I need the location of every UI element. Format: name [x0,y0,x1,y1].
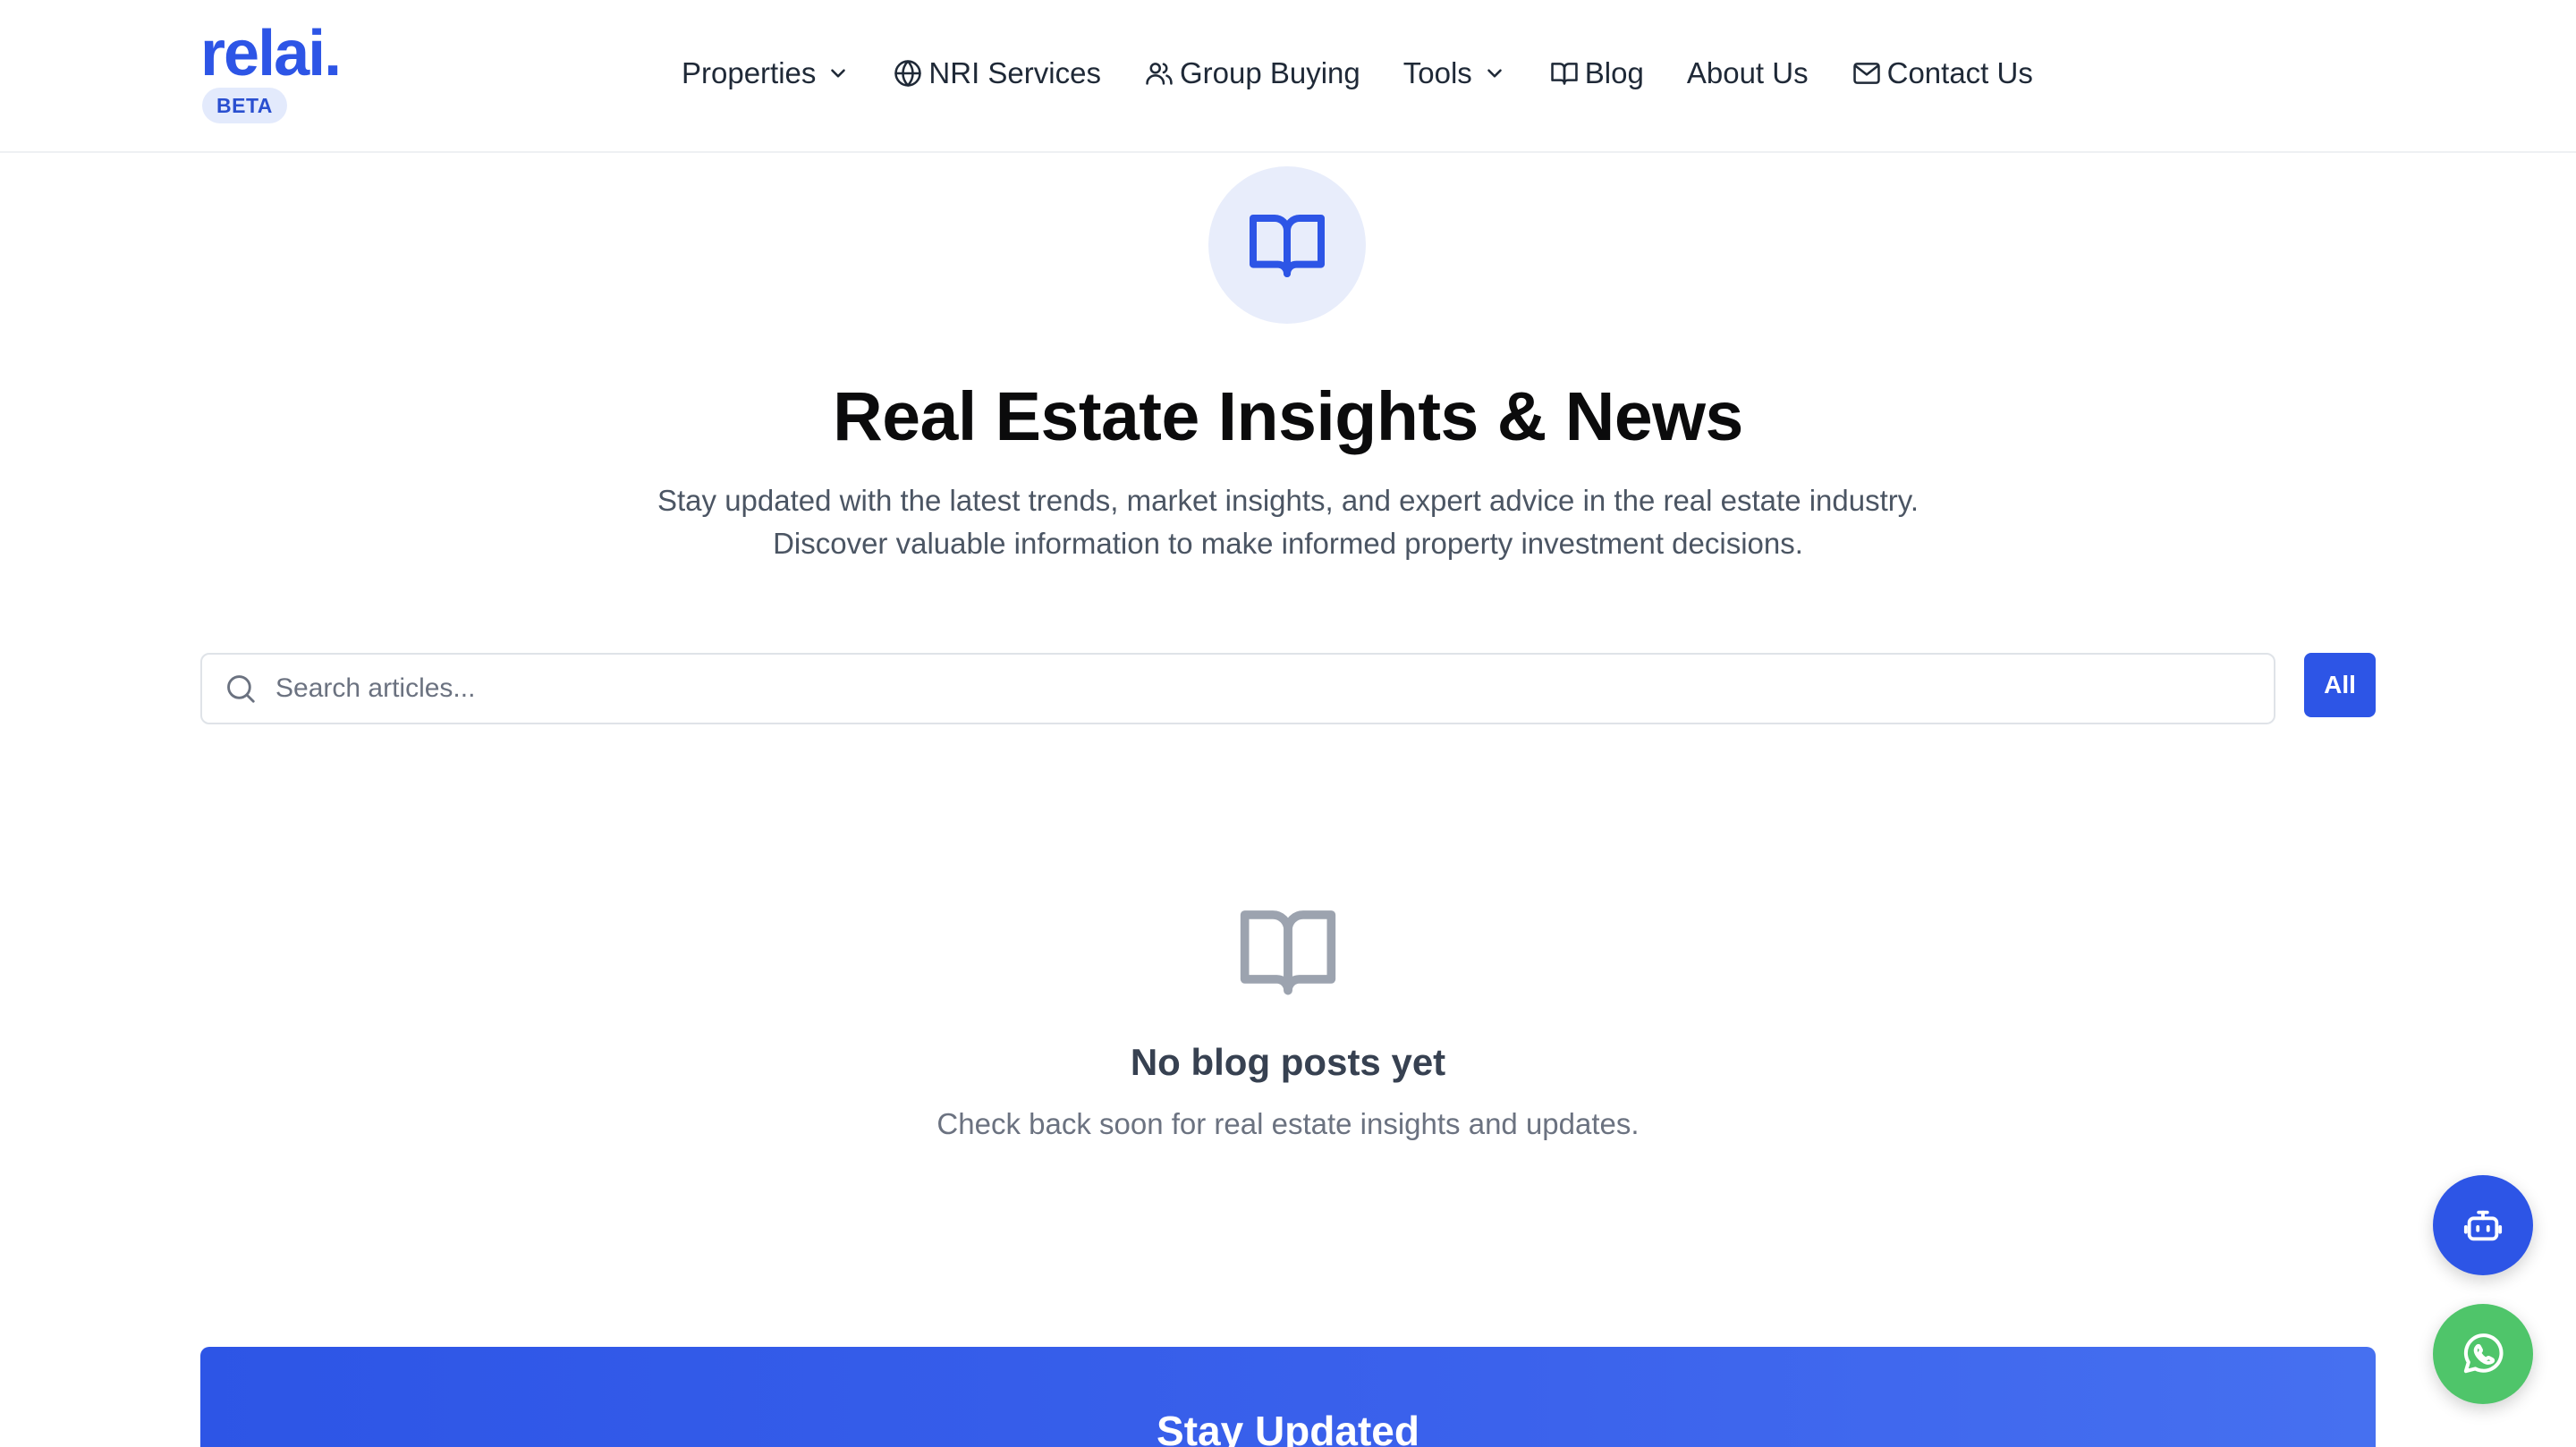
nav-properties-label: Properties [682,56,817,89]
nav-contact-us[interactable]: Contact Us [1852,56,2033,90]
bot-icon [2463,1210,2503,1241]
logo[interactable]: relai. BETA [200,18,342,123]
empty-state-title: No blog posts yet [1130,1041,1446,1083]
nav-blog-label: Blog [1584,56,1644,89]
empty-state-message: Check back soon for real estate insights… [936,1107,1640,1140]
nav-tools[interactable]: Tools [1403,56,1506,90]
nav-contact-us-label: Contact Us [1886,56,2033,89]
assistant-button[interactable] [2433,1175,2533,1275]
mail-icon [1852,63,1880,84]
book-icon [1551,63,1578,85]
filter-all-button[interactable]: All [2304,653,2376,717]
beta-badge: BETA [202,88,287,123]
page-subtitle: Stay updated with the latest trends, mar… [0,479,2576,565]
whatsapp-icon [2463,1333,2504,1374]
nav-properties[interactable]: Properties [682,56,850,90]
subtitle-line-1: Stay updated with the latest trends, mar… [657,484,1919,517]
newsletter-title: Stay Updated [1157,1408,1419,1447]
main-nav: Properties NRI Services Group Buying Too… [682,48,2033,98]
subtitle-line-2: Discover valuable information to make in… [773,527,1803,560]
whatsapp-button[interactable] [2433,1304,2533,1404]
logo-text[interactable]: relai. [200,18,342,89]
nav-about-us-label: About Us [1686,56,1809,89]
nav-blog[interactable]: Blog [1549,56,1644,90]
globe-icon [894,60,922,87]
nav-group-buying-label: Group Buying [1179,56,1360,89]
page: relai. BETA Properties NRI Services Grou… [0,0,2576,1447]
nav-tools-label: Tools [1402,56,1472,89]
chevron-down-icon [1487,69,1502,78]
nav-nri-services[interactable]: NRI Services [893,56,1101,90]
hero-icon-badge [1208,166,1366,324]
nav-nri-services-label: NRI Services [928,56,1101,89]
search-icon [227,675,255,703]
page-title: Real Estate Insights & News [833,378,1743,455]
book-open-icon [1240,910,1336,995]
book-open-icon [1250,215,1325,277]
chevron-down-icon [831,69,846,78]
users-icon [1146,63,1173,85]
nav-group-buying[interactable]: Group Buying [1144,56,1360,90]
search-bar [200,653,2275,724]
newsletter-banner: Stay Updated [200,1347,2376,1447]
search-input[interactable] [275,657,2225,720]
nav-about-us[interactable]: About Us [1687,56,1809,90]
site-header: relai. BETA Properties NRI Services Grou… [0,0,2576,153]
